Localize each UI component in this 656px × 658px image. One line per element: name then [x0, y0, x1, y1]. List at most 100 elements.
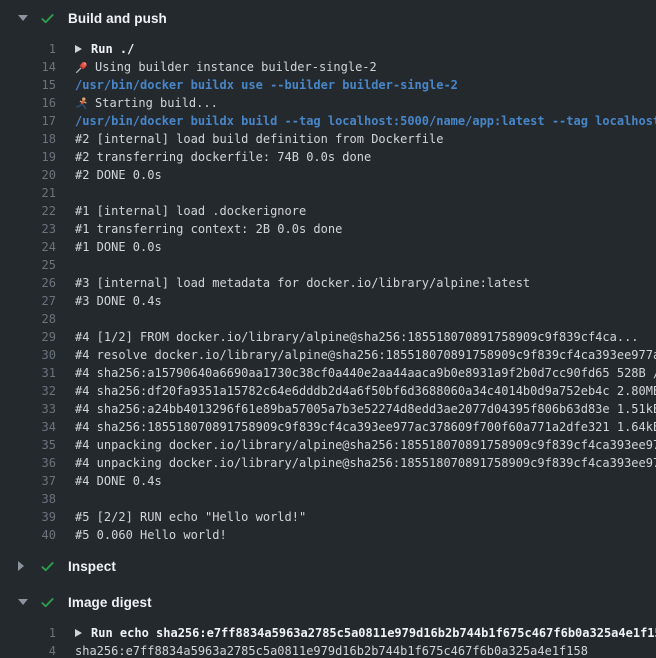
line-number[interactable]: 33 — [0, 400, 56, 418]
log-text: #1 DONE 0.0s — [75, 238, 162, 256]
line-number[interactable]: 22 — [0, 202, 56, 220]
command-text: /usr/bin/docker buildx use --builder bui… — [75, 76, 458, 94]
log-line: 33#4 sha256:a24bb4013296f61e89ba57005a7b… — [0, 400, 656, 418]
pushpin-icon — [75, 61, 88, 74]
log-text: #1 transferring context: 2B 0.0s done — [75, 220, 342, 238]
log-text: #4 unpacking docker.io/library/alpine@sh… — [75, 454, 656, 472]
log-line: 25 — [0, 256, 656, 274]
line-text: #2 transferring dockerfile: 74B 0.0s don… — [75, 148, 371, 166]
chevron-right-icon[interactable] — [18, 561, 24, 571]
log-text: #2 [internal] load build definition from… — [75, 130, 443, 148]
log-line: 39 #5 [2/2] RUN echo "Hello world!" — [0, 508, 656, 526]
play-icon[interactable] — [75, 629, 82, 637]
line-number[interactable]: 24 — [0, 238, 56, 256]
log-text: #4 unpacking docker.io/library/alpine@sh… — [75, 436, 656, 454]
log-line: 29 #4 [1/2] FROM docker.io/library/alpine… — [0, 328, 656, 346]
line-number[interactable]: 35 — [0, 436, 56, 454]
line-number[interactable]: 4 — [0, 642, 56, 658]
line-text: /usr/bin/docker buildx build --tag local… — [75, 112, 656, 130]
section-label: Build and push — [68, 11, 167, 26]
line-number[interactable]: 1 — [0, 40, 56, 58]
line-number[interactable]: 16 — [0, 94, 56, 112]
line-number[interactable]: 14 — [0, 58, 56, 76]
line-text: #5 0.060 Hello world! — [75, 526, 227, 544]
run-group-header[interactable]: Run ./ — [75, 40, 134, 58]
log-line: 26 #3 [internal] load metadata for docker… — [0, 274, 656, 292]
line-number[interactable]: 31 — [0, 364, 56, 382]
log-text: #2 DONE 0.0s — [75, 166, 162, 184]
line-text: #1 DONE 0.0s — [75, 238, 162, 256]
line-text: Run echo sha256:e7ff8834a5963a2785c5a081… — [91, 624, 656, 642]
line-text: #4 sha256:a15790640a6690aa1730c38cf0a440… — [75, 364, 656, 382]
line-number[interactable]: 39 — [0, 508, 56, 526]
check-icon — [40, 595, 55, 610]
log-line: 34 #4 sha256:185518070891758909c9f839cf4c… — [0, 418, 656, 436]
log-line: 20 #2 DONE 0.0s — [0, 166, 656, 184]
log-text: #4 DONE 0.4s — [75, 472, 162, 490]
line-number[interactable]: 17 — [0, 112, 56, 130]
log-line: 21 — [0, 184, 656, 202]
line-number[interactable]: 40 — [0, 526, 56, 544]
line-text: Using builder instance builder-single-2 — [95, 58, 377, 76]
line-number[interactable]: 38 — [0, 490, 56, 508]
section-header-inspect[interactable]: Inspect — [0, 548, 656, 584]
line-number[interactable]: 18 — [0, 130, 56, 148]
line-text: #5 [2/2] RUN echo "Hello world!" — [75, 508, 306, 526]
section-image-digest: Image digest 1 Run echo sha256:e7ff8834a59… — [0, 584, 656, 658]
line-text: #4 unpacking docker.io/library/alpine@sh… — [75, 436, 656, 454]
line-text: #4 sha256:df20fa9351a15782c64e6dddb2d4a6… — [75, 382, 656, 400]
workflow-log-viewer: Build and push1Run ./14Using builder ins… — [0, 0, 656, 658]
line-number[interactable]: 23 — [0, 220, 56, 238]
line-number[interactable]: 29 — [0, 328, 56, 346]
section-header-build-and-push[interactable]: Build and push — [0, 0, 656, 36]
line-number[interactable]: 34 — [0, 418, 56, 436]
run-group-header[interactable]: Run echo sha256:e7ff8834a5963a2785c5a081… — [75, 624, 656, 642]
log-line: 28 — [0, 310, 656, 328]
log-line: 27 #3 DONE 0.4s — [0, 292, 656, 310]
log-line: 17/usr/bin/docker buildx build --tag loc… — [0, 112, 656, 130]
chevron-down-icon[interactable] — [18, 599, 28, 605]
log-line: 32 #4 sha256:df20fa9351a15782c64e6dddb2d4… — [0, 382, 656, 400]
log-text: sha256:e7ff8834a5963a2785c5a0811e979d16b… — [75, 642, 588, 658]
line-number[interactable]: 1 — [0, 624, 56, 642]
line-number[interactable]: 19 — [0, 148, 56, 166]
line-number[interactable]: 25 — [0, 256, 56, 274]
line-text: Starting build... — [95, 94, 218, 112]
line-text: #1 [internal] load .dockerignore — [75, 202, 306, 220]
line-text: #4 resolve docker.io/library/alpine@sha2… — [75, 346, 656, 364]
log-text: #4 sha256:185518070891758909c9f839cf4ca3… — [75, 418, 656, 436]
check-icon — [40, 11, 55, 26]
chevron-down-icon[interactable] — [18, 15, 28, 21]
log-line: 37 #4 DONE 0.4s — [0, 472, 656, 490]
play-icon[interactable] — [75, 45, 82, 53]
line-number[interactable]: 20 — [0, 166, 56, 184]
section-log-lines: 1 Run echo sha256:e7ff8834a5963a2785c5a08… — [0, 620, 656, 658]
line-text: sha256:e7ff8834a5963a2785c5a0811e979d16b… — [75, 642, 588, 658]
line-text: #3 DONE 0.4s — [75, 292, 162, 310]
log-line: 30 #4 resolve docker.io/library/alpine@sh… — [0, 346, 656, 364]
line-text: #4 unpacking docker.io/library/alpine@sh… — [75, 454, 656, 472]
log-line: 15/usr/bin/docker buildx use --builder b… — [0, 76, 656, 94]
line-number[interactable]: 21 — [0, 184, 56, 202]
log-line: 24 #1 DONE 0.0s — [0, 238, 656, 256]
line-number[interactable]: 15 — [0, 76, 56, 94]
section-build-and-push: Build and push 1 Run ./ 14 Using builder ins… — [0, 0, 656, 548]
line-number[interactable]: 26 — [0, 274, 56, 292]
line-text: #4 DONE 0.4s — [75, 472, 162, 490]
log-line: 19 #2 transferring dockerfile: 74B 0.0s d… — [0, 148, 656, 166]
line-number[interactable]: 27 — [0, 292, 56, 310]
line-number[interactable]: 28 — [0, 310, 56, 328]
log-text: #5 [2/2] RUN echo "Hello world!" — [75, 508, 306, 526]
log-line: 14 Using builder instance builder-single-… — [0, 58, 656, 76]
log-line: 16 Starting build... — [0, 94, 656, 112]
line-text: #1 transferring context: 2B 0.0s done — [75, 220, 342, 238]
section-label: Image digest — [68, 595, 152, 610]
log-text: #3 [internal] load metadata for docker.i… — [75, 274, 530, 292]
line-number[interactable]: 37 — [0, 472, 56, 490]
line-number[interactable]: 36 — [0, 454, 56, 472]
log-text: #2 transferring dockerfile: 74B 0.0s don… — [75, 148, 371, 166]
section-header-image-digest[interactable]: Image digest — [0, 584, 656, 620]
line-number[interactable]: 30 — [0, 346, 56, 364]
line-number[interactable]: 32 — [0, 382, 56, 400]
line-text: #4 [1/2] FROM docker.io/library/alpine@s… — [75, 328, 639, 346]
